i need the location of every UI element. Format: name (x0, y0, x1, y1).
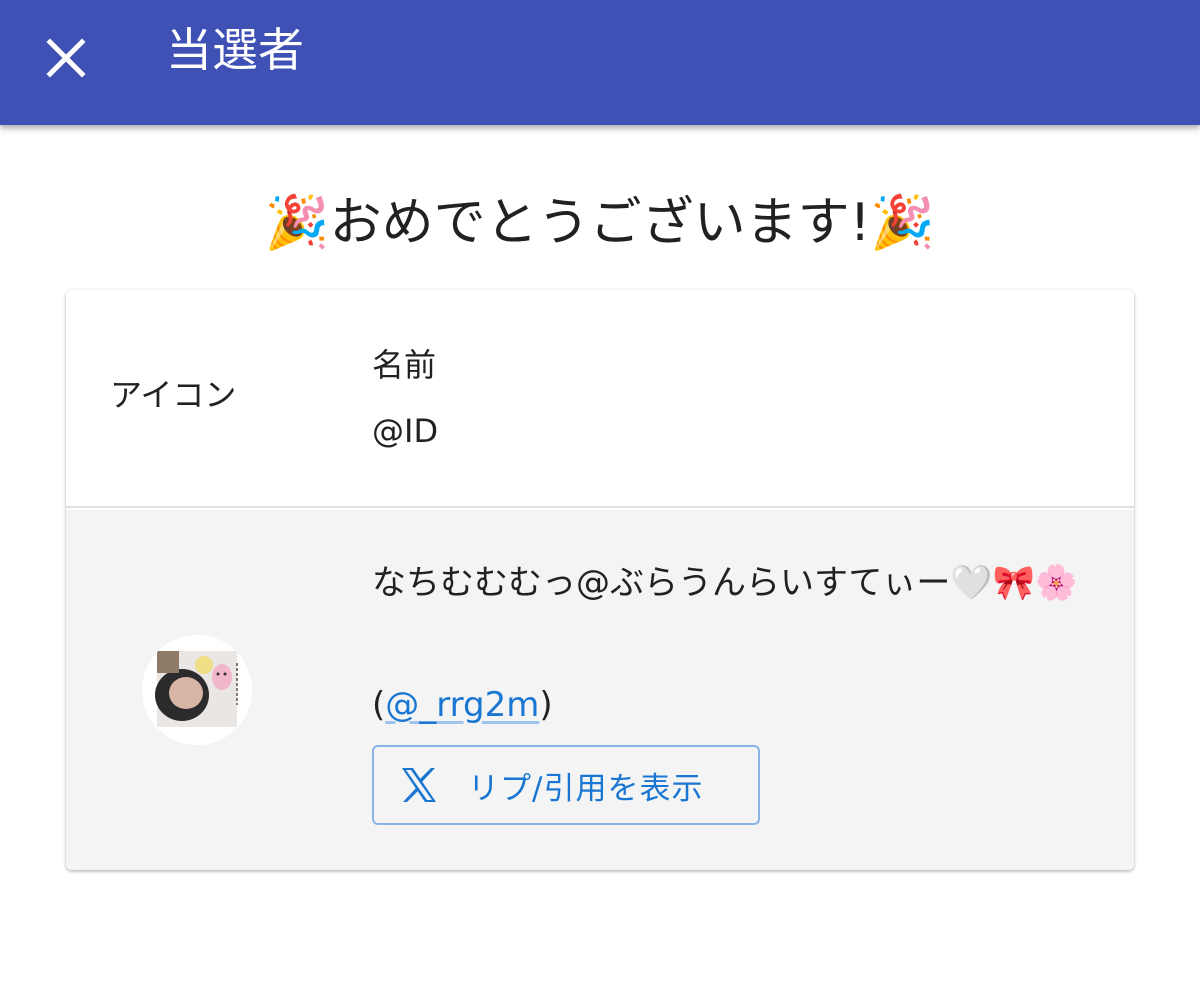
winner-name: なちむむむっ@ぶらうんらいすてぃー🤍🎀🌸 (372, 563, 1078, 603)
page-title: 当選者 (166, 23, 304, 77)
show-replies-button[interactable]: リプ/引用を表示 (372, 745, 760, 825)
app-bar: 当選者 (0, 0, 1200, 125)
avatar-image (142, 635, 252, 745)
avatar (142, 635, 252, 745)
x-logo-icon (396, 762, 442, 808)
column-header-icon: アイコン (110, 376, 237, 414)
table-header-row: アイコン 名前 @ID (66, 290, 1134, 508)
show-replies-button-label: リプ/引用を表示 (468, 770, 704, 807)
close-button[interactable] (30, 22, 102, 94)
winner-handle: (@_rrg2m) (372, 674, 553, 736)
close-icon (46, 38, 86, 78)
table-row: なちむむむっ@ぶらうんらいすてぃー🤍🎀🌸 (@_rrg2m) リプ/引用を表示 (66, 510, 1134, 870)
winner-handle-link[interactable]: @_rrg2m (385, 685, 539, 725)
winners-table: アイコン 名前 @ID なちむむむっ@ぶらうんらいすてぃー🤍🎀🌸 (@_rrg2… (66, 290, 1134, 870)
handle-open-paren: ( (372, 685, 386, 725)
column-header-name: 名前 (372, 346, 437, 384)
handle-close-paren: ) (539, 685, 553, 725)
congratulations-heading: 🎉おめでとうございます!🎉 (264, 193, 936, 253)
column-header-id: @ID (372, 412, 439, 450)
